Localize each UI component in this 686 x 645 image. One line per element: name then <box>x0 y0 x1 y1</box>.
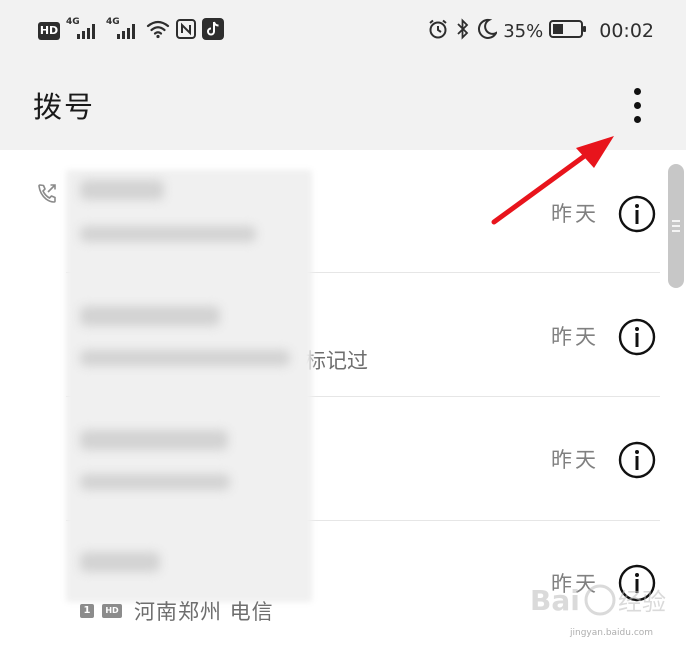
signal-icon: 4G <box>66 17 100 43</box>
outgoing-call-icon <box>36 182 58 208</box>
call-subtitle: 标记过 <box>305 349 368 373</box>
privacy-blur <box>80 552 160 572</box>
more-vertical-icon <box>633 101 641 109</box>
watermark-url: jingyan.baidu.com <box>570 628 654 638</box>
sim-card-icon: 1 <box>80 604 94 618</box>
battery-percentage: 35% <box>503 20 544 42</box>
privacy-blur <box>80 306 220 326</box>
battery-icon <box>549 19 587 43</box>
call-time: 昨天 <box>551 325 599 349</box>
svg-text:经验: 经验 <box>618 588 666 616</box>
info-icon[interactable] <box>618 195 656 233</box>
privacy-blur <box>80 226 256 242</box>
call-location: 1 HD 河南郑州 电信 <box>80 596 274 626</box>
privacy-blur <box>80 430 228 450</box>
status-bar-time: 00:02 <box>599 20 654 42</box>
status-bar: HD 4G 4G 35% 00:02 <box>0 0 686 60</box>
call-location-text: 河南郑州 电信 <box>134 600 274 624</box>
call-time: 昨天 <box>551 202 599 226</box>
hd-call-icon: HD <box>102 604 122 618</box>
bluetooth-icon <box>455 18 471 44</box>
wifi-icon <box>146 19 170 43</box>
app-header: 拨号 <box>0 60 686 150</box>
page-title: 拨号 <box>33 90 96 124</box>
hd-icon: HD <box>38 22 60 40</box>
more-options-button[interactable] <box>618 82 656 128</box>
more-vertical-icon <box>633 115 641 123</box>
tiktok-icon <box>202 18 224 44</box>
privacy-blur <box>80 180 164 200</box>
nfc-icon <box>176 19 196 43</box>
alarm-icon <box>427 18 449 44</box>
scrollbar-thumb[interactable] <box>668 164 684 288</box>
more-vertical-icon <box>633 87 641 95</box>
do-not-disturb-icon <box>477 18 499 44</box>
status-bar-left: HD 4G 4G <box>38 17 230 44</box>
privacy-blur <box>80 350 290 366</box>
info-icon[interactable] <box>618 441 656 479</box>
svg-text:Bai: Bai <box>530 584 580 617</box>
info-icon[interactable] <box>618 318 656 356</box>
call-time: 昨天 <box>551 448 599 472</box>
signal-icon: 4G <box>106 17 140 43</box>
privacy-blur <box>80 474 230 490</box>
status-bar-right: 35% 00:02 <box>427 18 654 44</box>
